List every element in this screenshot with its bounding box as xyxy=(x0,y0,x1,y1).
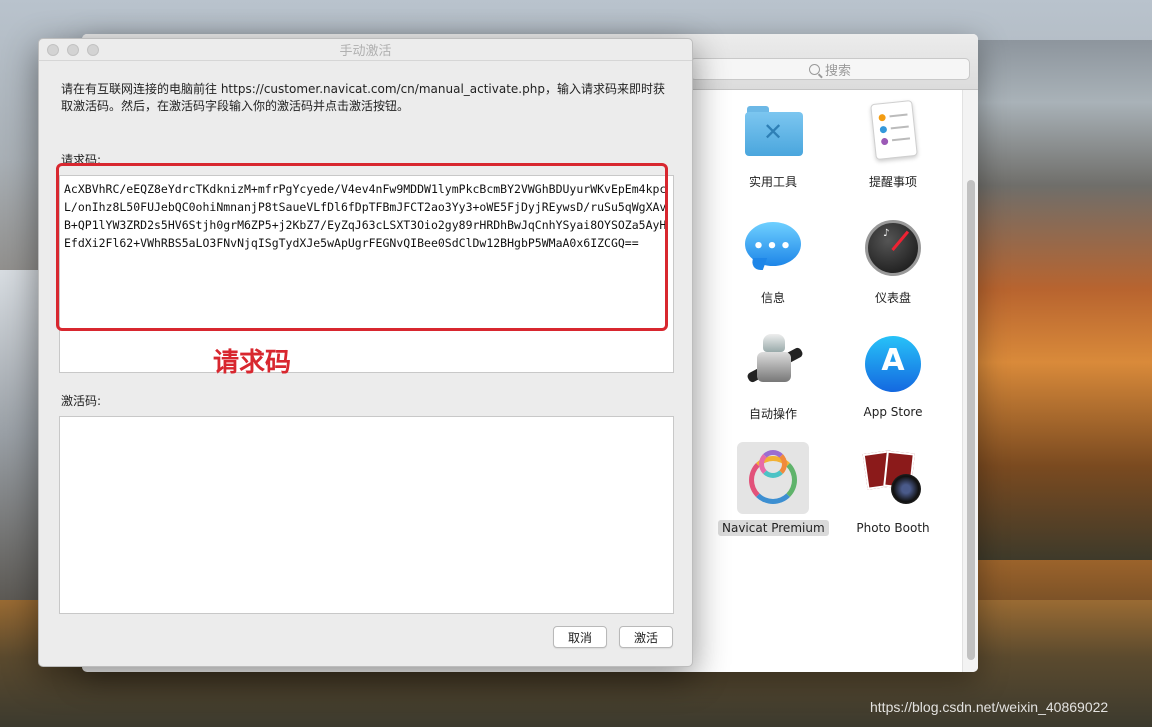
app-store-icon: A xyxy=(861,332,925,396)
scrollbar-thumb[interactable] xyxy=(967,180,975,660)
app-label: 自动操作 xyxy=(748,407,797,421)
dialog-title: 手动激活 xyxy=(339,44,392,59)
app-label: App Store xyxy=(863,405,923,419)
photo-booth-icon xyxy=(861,448,925,512)
dashboard-icon: ♪ xyxy=(861,216,925,280)
request-code-annotation-text: 请求码 xyxy=(213,348,292,378)
app-item-reminders[interactable]: 提醒事项 xyxy=(838,99,948,200)
app-item-utilities[interactable]: ✕ 实用工具 xyxy=(718,100,828,200)
app-label: Photo Booth xyxy=(856,521,930,535)
search-placeholder: 搜索 xyxy=(824,63,851,79)
app-item-automator[interactable]: 自动操作 xyxy=(718,332,828,432)
app-item-photo-booth[interactable]: Photo Booth xyxy=(838,448,948,548)
messages-icon: ••• xyxy=(741,216,805,280)
reminders-icon xyxy=(861,99,925,164)
search-icon xyxy=(808,63,820,75)
app-label: 提醒事项 xyxy=(868,175,917,189)
scrollbar[interactable] xyxy=(962,90,978,672)
search-field[interactable]: 搜索 xyxy=(690,58,970,80)
navicat-premium-icon xyxy=(737,442,809,514)
watermark-text: https://blog.csdn.net/weixin_40869022 xyxy=(870,699,1109,715)
manual-activation-dialog: 手动激活 请在有互联网连接的电脑前往 https://customer.navi… xyxy=(38,38,693,667)
utilities-folder-icon: ✕ xyxy=(741,100,805,164)
desktop-background-right xyxy=(978,40,1152,560)
dialog-titlebar: 手动激活 xyxy=(39,39,692,61)
activation-code-label: 激活码: xyxy=(61,394,102,408)
app-item-dashboard[interactable]: ♪ 仪表盘 xyxy=(838,216,948,316)
app-label: 信息 xyxy=(760,291,785,305)
app-label: 仪表盘 xyxy=(874,291,911,305)
app-item-app-store[interactable]: A App Store xyxy=(838,332,948,432)
minimize-window-button[interactable] xyxy=(67,44,79,56)
app-label: Navicat Premium xyxy=(718,520,829,536)
app-item-messages[interactable]: ••• 信息 xyxy=(718,216,828,316)
cancel-button[interactable]: 取消 xyxy=(553,626,607,648)
app-label: 实用工具 xyxy=(748,175,797,189)
zoom-window-button[interactable] xyxy=(87,44,99,56)
activation-code-textarea[interactable] xyxy=(59,416,674,614)
request-code-highlight-annotation xyxy=(56,163,668,331)
close-window-button[interactable] xyxy=(47,44,59,56)
automator-icon xyxy=(741,332,805,396)
instructions-text: 请在有互联网连接的电脑前往 https://customer.navicat.c… xyxy=(61,82,665,113)
app-item-navicat-premium[interactable]: Navicat Premium xyxy=(718,442,829,548)
activate-button[interactable]: 激活 xyxy=(619,626,673,648)
